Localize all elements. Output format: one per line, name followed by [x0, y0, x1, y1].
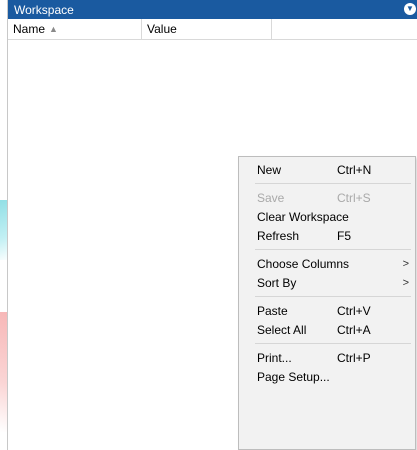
column-header-empty[interactable]	[272, 19, 417, 39]
menu-item-new[interactable]: New Ctrl+N	[239, 160, 415, 180]
submenu-arrow-icon: >	[402, 277, 409, 289]
column-header-name[interactable]: Name ▲	[8, 19, 142, 39]
menu-item-label: Sort By	[257, 276, 297, 290]
menu-item-clear-workspace[interactable]: Clear Workspace	[239, 207, 415, 227]
menu-separator	[255, 183, 411, 184]
collapse-arrow-icon[interactable]: ▼	[404, 3, 416, 15]
menu-item-label: Print...	[257, 351, 292, 365]
menu-item-label: Choose Columns	[257, 257, 350, 271]
menu-separator	[255, 249, 411, 250]
menu-item-label: Save	[257, 191, 285, 205]
menu-item-choose-columns[interactable]: Choose Columns >	[239, 254, 415, 274]
panel-title: Workspace	[14, 2, 74, 17]
menu-item-label: Clear Workspace	[257, 210, 349, 224]
menu-item-print[interactable]: Print... Ctrl+P	[239, 348, 415, 368]
menu-item-shortcut: Ctrl+A	[337, 323, 371, 337]
workspace-panel: Workspace ▼ Name ▲ Value New Ctrl+N Save…	[7, 0, 417, 450]
menu-item-shortcut: Ctrl+P	[337, 351, 371, 365]
menu-item-label: Refresh	[257, 229, 300, 243]
sort-ascending-icon: ▲	[49, 24, 58, 34]
menu-item-refresh[interactable]: Refresh F5	[239, 226, 415, 246]
menu-item-label: Page Setup...	[257, 370, 330, 384]
menu-separator	[255, 296, 411, 297]
menu-item-paste[interactable]: Paste Ctrl+V	[239, 301, 415, 321]
menu-item-select-all[interactable]: Select All Ctrl+A	[239, 320, 415, 340]
context-menu: New Ctrl+N Save Ctrl+S Clear Workspace R…	[238, 156, 416, 450]
menu-item-save: Save Ctrl+S	[239, 188, 415, 208]
menu-item-shortcut: Ctrl+V	[337, 304, 371, 318]
column-header-name-label: Name	[13, 22, 46, 36]
menu-item-label: Paste	[257, 304, 288, 318]
menu-item-shortcut: Ctrl+S	[337, 191, 371, 205]
table-header: Name ▲ Value	[8, 19, 417, 40]
panel-titlebar: Workspace ▼	[8, 0, 417, 19]
menu-item-label: New	[257, 163, 282, 177]
menu-item-sort-by[interactable]: Sort By >	[239, 273, 415, 293]
menu-item-label: Select All	[257, 323, 307, 337]
column-header-value-label: Value	[147, 22, 177, 36]
column-header-value[interactable]: Value	[142, 19, 272, 39]
menu-item-shortcut: F5	[337, 229, 352, 243]
menu-separator	[255, 343, 411, 344]
menu-item-shortcut: Ctrl+N	[337, 163, 372, 177]
submenu-arrow-icon: >	[402, 258, 409, 270]
menu-item-page-setup[interactable]: Page Setup...	[239, 367, 415, 387]
